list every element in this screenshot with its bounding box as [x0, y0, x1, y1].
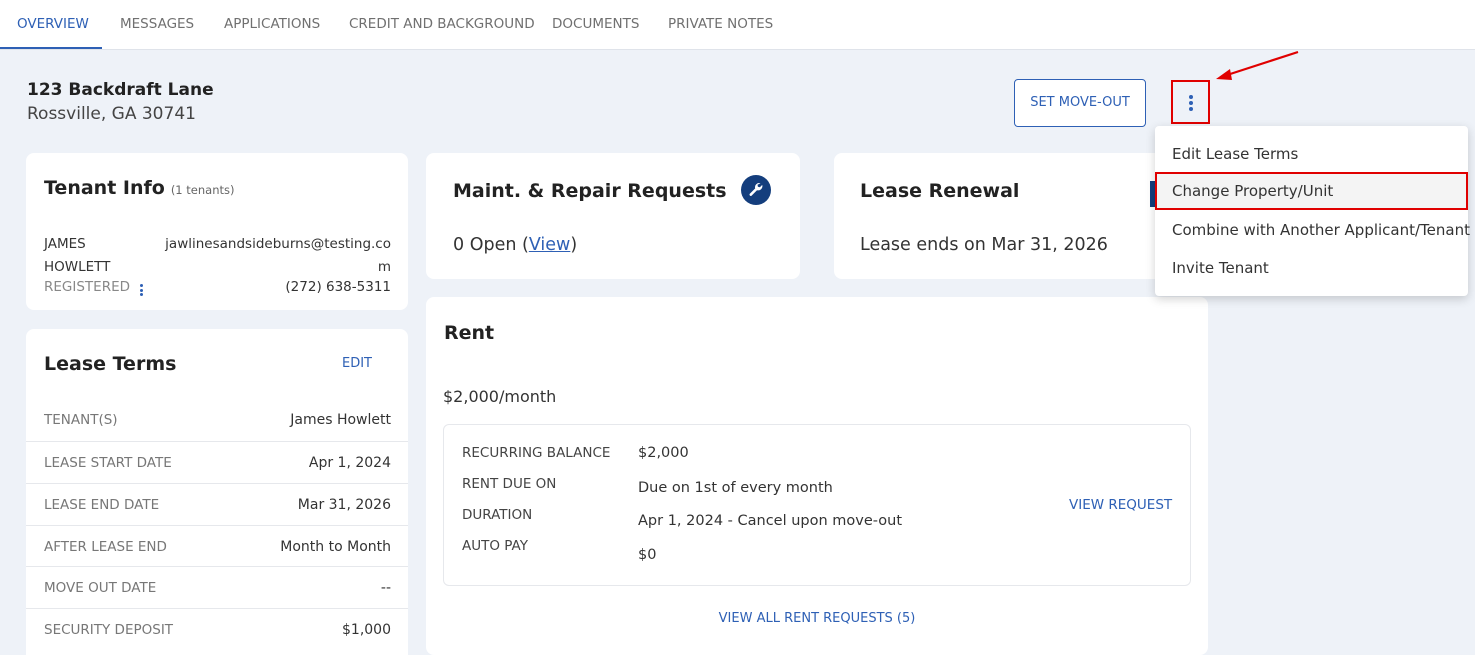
- set-move-out-button[interactable]: SET MOVE-OUT: [1014, 79, 1146, 127]
- tab-overview[interactable]: OVERVIEW: [17, 0, 89, 50]
- tab-private-notes[interactable]: PRIVATE NOTES: [668, 0, 773, 50]
- lease-row-label: MOVE OUT DATE: [44, 580, 157, 596]
- maintenance-title: Maint. & Repair Requests: [453, 180, 727, 202]
- lease-row-value: Month to Month: [280, 539, 391, 555]
- tenant-name: JAMES HOWLETT: [44, 233, 110, 279]
- tenant-status: REGISTERED: [44, 279, 131, 295]
- more-actions-menu: Edit Lease Terms Change Property/Unit Co…: [1155, 126, 1470, 296]
- tenant-count: (1 tenants): [170, 183, 235, 197]
- rent-detail-label: DURATION: [462, 507, 533, 523]
- wrench-icon[interactable]: [741, 175, 771, 205]
- maintenance-view-link[interactable]: View: [529, 235, 571, 255]
- rent-card: Rent $2,000/month RECURRING BALANCE RENT…: [426, 297, 1208, 655]
- rent-detail-value: $2,000: [638, 445, 689, 461]
- lease-row-value: James Howlett: [290, 412, 391, 428]
- maintenance-card: Maint. & Repair Requests 0 Open (View): [426, 153, 800, 279]
- lease-row: LEASE END DATE Mar 31, 2026: [26, 483, 408, 525]
- rent-title: Rent: [444, 322, 495, 344]
- annotation-arrow-icon: [1216, 50, 1299, 80]
- tenant-email: jawlinesandsideburns@testing.com: [165, 236, 391, 275]
- tenant-options-icon[interactable]: [140, 284, 143, 298]
- tab-applications[interactable]: APPLICATIONS: [224, 0, 320, 50]
- lease-row-value: --: [380, 580, 391, 596]
- lease-row: LEASE START DATE Apr 1, 2024: [26, 441, 408, 483]
- lease-row-value: Mar 31, 2026: [297, 497, 391, 513]
- rent-detail-value: $0: [638, 547, 657, 563]
- tenant-info-card: Tenant Info (1 tenants) JAMES HOWLETT REG…: [26, 153, 408, 310]
- lease-row-label: AFTER LEASE END: [44, 539, 167, 555]
- tab-credit-and-background[interactable]: CREDIT AND BACKGROUND: [349, 0, 535, 50]
- tenant-phone: (272) 638-5311: [285, 279, 391, 295]
- tab-documents[interactable]: DOCUMENTS: [552, 0, 639, 50]
- lease-terms-title: Lease Terms: [44, 353, 177, 375]
- lease-row-value: $1,000: [342, 622, 391, 638]
- tab-messages[interactable]: MESSAGES: [120, 0, 194, 50]
- lease-row: MOVE OUT DATE --: [26, 566, 408, 608]
- lease-row-label: SECURITY DEPOSIT: [44, 622, 174, 638]
- rent-detail-label: RENT DUE ON: [462, 476, 557, 492]
- lease-renewal-card: Lease Renewal Lease ends on Mar 31, 2026: [834, 153, 1208, 279]
- lease-row-label: LEASE END DATE: [44, 497, 160, 513]
- menu-item-change-property-unit[interactable]: Change Property/Unit: [1155, 172, 1468, 210]
- rent-detail-value: Apr 1, 2024 - Cancel upon move-out: [638, 513, 903, 529]
- tenant-first-name: JAMES: [44, 236, 86, 252]
- tenant-last-name: HOWLETT: [44, 259, 111, 275]
- tab-bar: OVERVIEW MESSAGES APPLICATIONS CREDIT AN…: [0, 0, 1475, 50]
- tenant-info-title: Tenant Info (1 tenants): [44, 177, 235, 199]
- lease-row-label: LEASE START DATE: [44, 455, 172, 471]
- lease-row: TENANT(S) James Howlett: [26, 399, 408, 441]
- property-address-line1: 123 Backdraft Lane: [27, 80, 214, 100]
- view-request-link[interactable]: VIEW REQUEST: [1069, 497, 1172, 513]
- rent-amount: $2,000/month: [443, 387, 557, 406]
- property-address-line2: Rossville, GA 30741: [27, 104, 196, 124]
- rent-detail-label: RECURRING BALANCE: [462, 445, 611, 461]
- rent-request-box: RECURRING BALANCE RENT DUE ON DURATION A…: [443, 424, 1191, 586]
- menu-item-combine-applicant-tenant[interactable]: Combine with Another Applicant/Tenant: [1155, 211, 1470, 249]
- active-tab-indicator: [0, 47, 102, 49]
- kebab-menu-icon: [1189, 95, 1193, 111]
- menu-item-edit-lease-terms[interactable]: Edit Lease Terms: [1155, 135, 1468, 173]
- maintenance-open-count: 0 Open (View): [453, 235, 578, 255]
- rent-detail-value: Due on 1st of every month: [638, 480, 833, 496]
- lease-renewal-title: Lease Renewal: [860, 180, 1020, 202]
- lease-row: SECURITY DEPOSIT $1,000: [26, 608, 408, 650]
- lease-row-value: Apr 1, 2024: [308, 455, 391, 471]
- menu-item-invite-tenant[interactable]: Invite Tenant: [1155, 249, 1468, 287]
- lease-row-label: TENANT(S): [44, 412, 118, 428]
- rent-detail-label: AUTO PAY: [462, 538, 528, 554]
- lease-row: AFTER LEASE END Month to Month: [26, 525, 408, 567]
- edit-lease-terms-link[interactable]: EDIT: [342, 356, 372, 371]
- lease-renewal-text: Lease ends on Mar 31, 2026: [860, 235, 1108, 255]
- lease-terms-card: Lease Terms EDIT TENANT(S) James Howlett…: [26, 329, 408, 655]
- more-actions-button[interactable]: [1171, 80, 1210, 124]
- view-all-rent-requests-link[interactable]: VIEW ALL RENT REQUESTS (5): [426, 611, 1208, 626]
